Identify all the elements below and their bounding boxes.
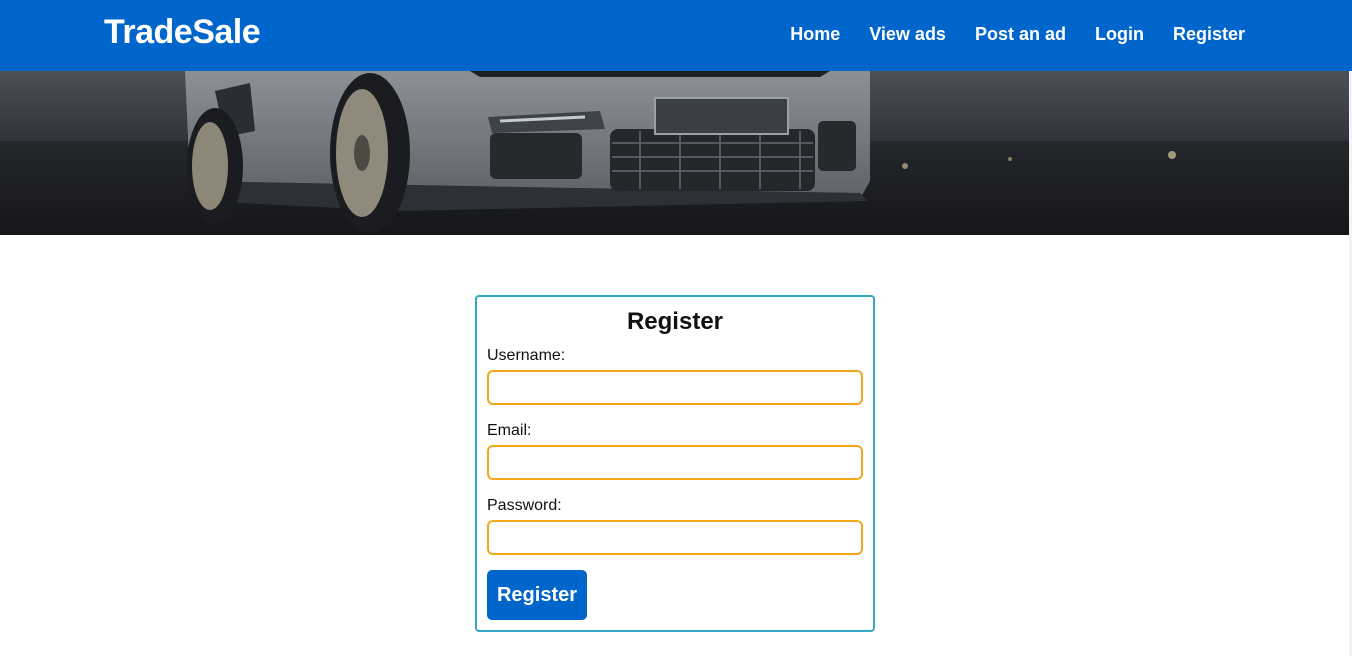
nav-view-ads[interactable]: View ads [869, 24, 946, 45]
password-label: Password: [487, 497, 562, 514]
register-button[interactable]: Register [487, 570, 587, 620]
register-form: Register Username: Email: Password: Regi… [475, 295, 875, 632]
nav-post-an-ad[interactable]: Post an ad [975, 24, 1066, 45]
nav-home[interactable]: Home [790, 24, 840, 45]
nav-register[interactable]: Register [1173, 24, 1245, 45]
nav-login[interactable]: Login [1095, 24, 1144, 45]
hero-banner [0, 71, 1349, 235]
username-label: Username: [487, 347, 566, 364]
email-label: Email: [487, 422, 532, 439]
main-nav: Home View ads Post an ad Login Register [790, 24, 1245, 45]
brand-logo[interactable]: TradeSale [104, 13, 261, 52]
password-input[interactable] [487, 520, 863, 555]
form-title: Register [626, 308, 724, 335]
sports-car-image [0, 71, 1349, 235]
top-navbar: TradeSale Home View ads Post an ad Login… [0, 0, 1352, 71]
email-input[interactable] [487, 445, 863, 480]
username-input[interactable] [487, 370, 863, 405]
